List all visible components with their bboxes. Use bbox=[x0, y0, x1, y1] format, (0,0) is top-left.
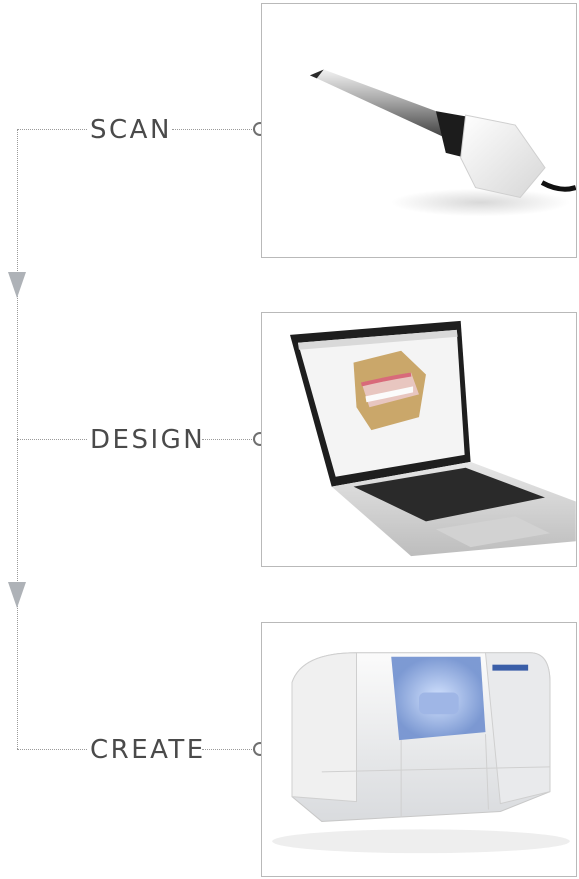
connector-left bbox=[17, 749, 87, 750]
step-label: CREATE bbox=[88, 735, 208, 765]
milling-machine-image bbox=[261, 622, 577, 877]
laptop-image bbox=[261, 312, 577, 567]
step-label: DESIGN bbox=[88, 425, 208, 455]
milling-machine-illustration bbox=[272, 652, 570, 854]
connector-left bbox=[17, 129, 87, 130]
down-arrow-icon bbox=[8, 272, 26, 298]
connector-right bbox=[202, 749, 254, 750]
connector-right bbox=[202, 439, 254, 440]
laptop-illustration bbox=[290, 320, 576, 557]
down-arrow-icon bbox=[8, 582, 26, 608]
connector-left bbox=[17, 439, 87, 440]
connector-right bbox=[172, 129, 254, 130]
step-label: SCAN bbox=[88, 115, 174, 145]
scanner-image bbox=[261, 3, 577, 258]
intraoral-scanner-illustration bbox=[309, 69, 576, 217]
